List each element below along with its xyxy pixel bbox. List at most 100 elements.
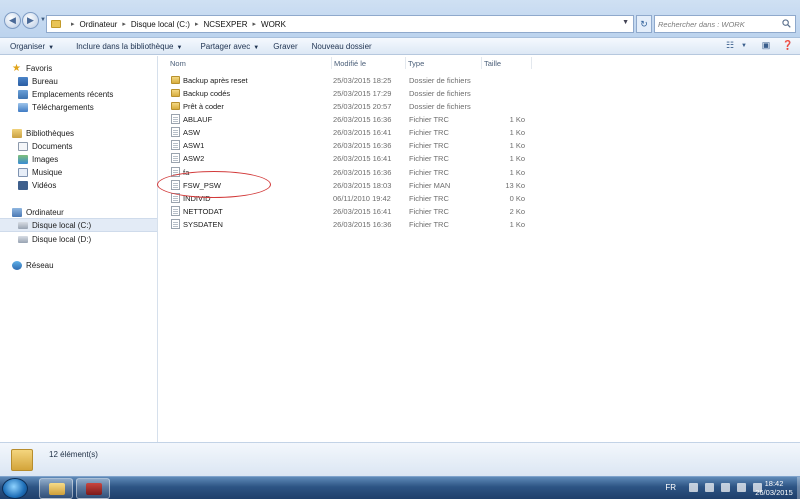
file-size: 1 Ko [509,128,525,137]
breadcrumb-ordinateur[interactable]: Ordinateur [80,20,118,29]
details-pane: 12 élément(s) [0,442,800,476]
list-item[interactable]: ABLAUF 26/03/2015 16:36 Fichier TRC 1 Ko [165,113,535,126]
file-date: 25/03/2015 17:29 [333,89,392,98]
file-size: 0 Ko [509,194,525,203]
chevron-right-icon[interactable]: ▸ [71,20,75,28]
chevron-down-icon[interactable]: ▼ [622,19,629,26]
include-library-menu[interactable]: Inclure dans la bibliothèque ▼ [76,42,182,51]
share-with-menu[interactable]: Partager avec ▼ [200,42,259,51]
notification-area: FR [665,483,762,492]
file-name: ABLAUF [183,115,213,124]
clock-time: 18:42 [764,479,784,488]
list-item[interactable]: SYSDATEN 26/03/2015 16:36 Fichier TRC 1 … [165,218,535,231]
list-item[interactable]: NETTODAT 26/03/2015 16:41 Fichier TRC 2 … [165,205,535,218]
back-button[interactable]: ◀ [4,12,21,29]
action-center-icon[interactable] [705,483,714,492]
nav-musique-label: Musique [32,167,63,177]
chevron-down-icon[interactable]: ▼ [738,40,750,51]
file-date: 25/03/2015 18:25 [333,76,392,85]
folder-icon [171,102,180,110]
folder-icon [171,76,180,84]
nav-disque-c[interactable]: Disque local (C:) [0,218,157,232]
column-header-taille[interactable]: Taille [481,56,531,70]
column-header-modifie[interactable]: Modifié le [331,56,405,70]
file-icon [171,219,180,229]
annotation-ellipse [157,171,271,198]
language-indicator[interactable]: FR [665,483,676,492]
music-icon [18,167,28,177]
nav-videos[interactable]: Vidéos [18,179,56,191]
search-box [654,15,796,33]
file-date: 25/03/2015 20:57 [333,102,392,111]
file-icon [171,114,180,124]
nav-ordinateur[interactable]: Ordinateur [12,206,64,218]
nav-reseau[interactable]: Réseau [12,259,54,271]
list-item[interactable]: Backup codés 25/03/2015 17:29 Dossier de… [165,87,535,100]
column-header-nom[interactable]: Nom [167,56,331,70]
nav-favoris[interactable]: ★ Favoris [12,62,52,74]
nav-emplacements-recents[interactable]: Emplacements récents [18,88,113,100]
view-options-icon[interactable]: ☷ [724,40,736,51]
nav-telechargements-label: Téléchargements [32,102,94,112]
file-size: 1 Ko [509,141,525,150]
help-icon[interactable]: ❓ [782,40,794,51]
taskbar: FR 18:42 26/03/2015 [0,476,800,499]
organiser-menu[interactable]: Organiser ▼ [10,42,54,51]
file-type: Fichier TRC [409,207,449,216]
file-date: 26/03/2015 16:36 [333,168,392,177]
chevron-right-icon[interactable]: ▸ [253,20,257,28]
tray-app-icon[interactable] [689,483,698,492]
list-item[interactable]: ASW2 26/03/2015 16:41 Fichier TRC 1 Ko [165,152,535,165]
star-icon: ★ [12,62,21,74]
file-type: Fichier MAN [409,181,451,190]
power-icon[interactable] [721,483,730,492]
share-with-label: Partager avec [200,41,251,51]
network-icon[interactable] [737,483,746,492]
nav-bibliotheques[interactable]: Bibliothèques [12,127,74,139]
forward-button[interactable]: ▶ [22,12,39,29]
nav-musique[interactable]: Musique [18,166,62,178]
new-folder-button[interactable]: Nouveau dossier [312,42,372,51]
column-header-type[interactable]: Type [405,56,481,70]
list-item[interactable]: Backup après reset 25/03/2015 18:25 Doss… [165,74,535,87]
nav-telechargements[interactable]: Téléchargements [18,101,94,113]
list-item[interactable]: ASW1 26/03/2015 16:36 Fichier TRC 1 Ko [165,139,535,152]
column-divider[interactable] [531,57,532,69]
search-icon[interactable] [782,19,791,28]
taskbar-explorer-button[interactable] [39,478,73,499]
nav-bibliotheques-label: Bibliothèques [26,128,75,138]
nav-bureau[interactable]: Bureau [18,75,58,87]
file-name: ASW1 [183,141,205,150]
breadcrumb-work[interactable]: WORK [261,20,286,29]
folder-icon [11,449,33,471]
breadcrumb-ncsexper[interactable]: NCSEXPER [203,20,247,29]
file-size: 1 Ko [509,154,525,163]
refresh-button[interactable]: ↻ [636,15,652,33]
clock[interactable]: 18:42 26/03/2015 [752,479,796,497]
disk-drive-icon [18,235,28,243]
nav-images[interactable]: Images [18,153,58,165]
desktop-icon [18,76,28,86]
nav-documents[interactable]: Documents [18,140,72,152]
nav-documents-label: Documents [32,141,73,151]
file-name: Backup codés [183,89,231,98]
start-button[interactable] [2,478,28,499]
search-input[interactable] [655,16,779,32]
organiser-label: Organiser [10,41,46,51]
file-type: Dossier de fichiers [409,89,471,98]
list-item[interactable]: ASW 26/03/2015 16:41 Fichier TRC 1 Ko [165,126,535,139]
taskbar-app-button[interactable] [76,478,110,499]
file-type: Fichier TRC [409,154,449,163]
list-item[interactable]: Prêt à coder 25/03/2015 20:57 Dossier de… [165,100,535,113]
nav-disque-d[interactable]: Disque local (D:) [18,233,91,245]
chevron-right-icon[interactable]: ▸ [195,20,199,28]
address-bar[interactable]: ▸ Ordinateur ▸ Disque local (C:) ▸ NCSEX… [46,15,634,33]
file-size: 1 Ko [509,220,525,229]
explorer-icon [49,483,65,495]
burn-button[interactable]: Graver [273,42,297,51]
chevron-right-icon[interactable]: ▸ [122,20,126,28]
breadcrumb-disque-c[interactable]: Disque local (C:) [131,20,190,29]
file-type: Fichier TRC [409,220,449,229]
item-count: 12 élément(s) [49,450,98,459]
preview-pane-icon[interactable]: ▣ [760,40,772,51]
